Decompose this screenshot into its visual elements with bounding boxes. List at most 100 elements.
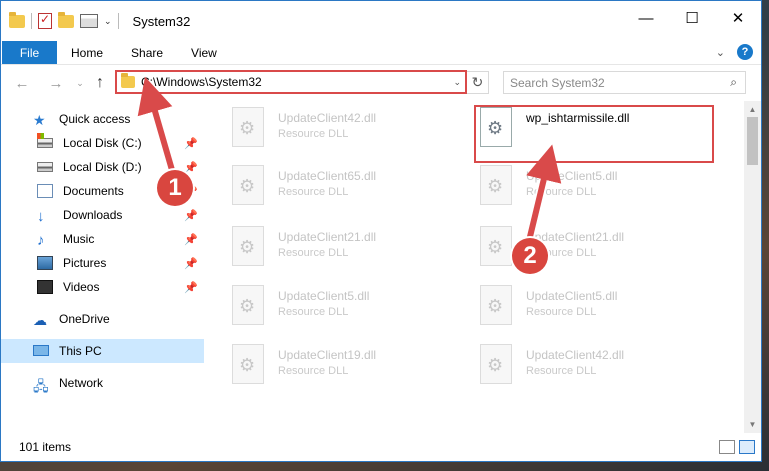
sidebar-item-label: Pictures (63, 256, 107, 270)
folder-icon (121, 73, 135, 88)
pictures-icon (37, 256, 53, 270)
details-view-icon[interactable] (719, 440, 735, 454)
status-bar: 101 items (1, 433, 761, 461)
sidebar-item-label: Local Disk (D:) (63, 160, 142, 174)
file-name: UpdateClient5.dll (526, 169, 618, 183)
dll-file-icon (480, 285, 512, 325)
address-bar[interactable]: C:\Windows\System32 ⌄ (115, 70, 467, 94)
drive-icon (37, 133, 53, 148)
window-title: System32 (132, 13, 191, 29)
file-tile[interactable]: UpdateClient5.dll Resource DLL (456, 165, 686, 213)
help-icon[interactable]: ? (737, 44, 753, 60)
maximize-button[interactable]: ☐ (669, 1, 715, 35)
file-tile[interactable]: UpdateClient5.dll Resource DLL (208, 285, 438, 333)
file-tile[interactable]: UpdateClient21.dll Resource DLL (208, 226, 438, 274)
refresh-icon[interactable]: ↻ (467, 71, 489, 94)
view-options-icon[interactable] (80, 14, 98, 28)
sidebar-item-network[interactable]: 🖧 Network (1, 371, 204, 395)
tab-file[interactable]: File (2, 41, 57, 64)
tab-home[interactable]: Home (57, 41, 117, 64)
address-dropdown-chevron-icon[interactable]: ⌄ (453, 77, 465, 88)
file-type: Resource DLL (526, 306, 597, 318)
sidebar-item-quick-access[interactable]: ★ Quick access (1, 107, 204, 131)
ribbon-right-controls: ⌄ ? (716, 44, 753, 60)
new-folder-icon[interactable] (58, 11, 74, 28)
dll-file-icon (232, 226, 264, 266)
divider (31, 13, 32, 29)
search-input[interactable]: Search System32 ⌕ (503, 71, 746, 94)
file-tile[interactable]: UpdateClient21.dllResource DLL (456, 226, 686, 274)
dll-file-icon (480, 344, 512, 384)
file-type: Resource DLL (278, 306, 349, 318)
search-placeholder: Search System32 (510, 75, 605, 90)
sidebar-item-videos[interactable]: Videos 📌 (1, 275, 204, 299)
file-type: Resource DLL (278, 365, 349, 377)
pin-icon: 📌 (184, 257, 198, 270)
ribbon-tabs: File Home Share View ⌄ ? (1, 41, 761, 65)
up-arrow-icon[interactable]: ↑ (89, 74, 111, 92)
file-type: Resource DLL (278, 247, 349, 259)
expand-ribbon-chevron-icon[interactable]: ⌄ (716, 46, 725, 59)
minimize-button[interactable]: — (623, 1, 669, 35)
sidebar-item-label: Music (63, 232, 95, 246)
file-name: UpdateClient5.dll (278, 289, 370, 303)
step-marker-1: 1 (157, 170, 193, 206)
search-icon[interactable]: ⌕ (730, 75, 737, 90)
dll-file-icon (232, 107, 264, 147)
cloud-icon: ☁ (33, 312, 47, 328)
view-toggle (719, 440, 755, 454)
sidebar-item-label: Local Disk (C:) (63, 136, 142, 150)
scrollbar-thumb[interactable] (747, 117, 758, 165)
sidebar-item-local-disk-c[interactable]: Local Disk (C:) 📌 (1, 131, 204, 155)
step-marker-2: 2 (512, 238, 548, 274)
network-icon: 🖧 (33, 378, 49, 394)
sidebar-item-label: Videos (63, 280, 100, 294)
address-row: ← → ⌄ ↑ C:\Windows\System32 ⌄ ↻ Search S… (1, 65, 761, 101)
file-type: Resource DLL (526, 365, 597, 377)
film-icon (37, 280, 53, 294)
close-button[interactable]: ✕ (715, 1, 761, 35)
quick-access-toolbar: ⌄ (1, 11, 119, 29)
scroll-down-arrow-icon[interactable]: ▼ (744, 416, 761, 433)
pin-icon: 📌 (184, 137, 198, 150)
dll-file-icon (480, 226, 512, 266)
title-bar: ⌄ System32 — ☐ ✕ (1, 1, 761, 41)
pin-icon: 📌 (184, 209, 198, 222)
file-name: UpdateClient21.dll (278, 230, 377, 244)
large-icons-view-icon[interactable] (739, 440, 755, 454)
file-tile[interactable]: UpdateClient19.dll Resource DLL (208, 344, 438, 392)
music-note-icon: ♪ (37, 232, 45, 249)
file-tile[interactable]: UpdateClient5.dll Resource DLL (456, 285, 686, 333)
file-list: UpdateClient42.dllResource DLL wp_ishtar… (204, 101, 761, 433)
file-tile[interactable]: UpdateClient65.dll Resource DLL (208, 165, 438, 213)
sidebar-item-pictures[interactable]: Pictures 📌 (1, 251, 204, 275)
file-explorer-window: ⌄ System32 — ☐ ✕ File Home Share View ⌄ … (0, 0, 762, 462)
tab-share[interactable]: Share (117, 41, 177, 64)
recent-locations-chevron-icon[interactable]: ⌄ (73, 78, 87, 89)
customize-toolbar-chevron-icon[interactable]: ⌄ (104, 16, 112, 27)
sidebar-item-downloads[interactable]: ↓ Downloads 📌 (1, 203, 204, 227)
sidebar-item-onedrive[interactable]: ☁ OneDrive (1, 307, 204, 331)
scroll-up-arrow-icon[interactable]: ▲ (744, 101, 761, 118)
sidebar-item-this-pc[interactable]: This PC (1, 339, 204, 363)
tab-view[interactable]: View (177, 41, 231, 64)
pin-icon: 📌 (184, 233, 198, 246)
file-tile[interactable]: UpdateClient42.dll Resource DLL (208, 107, 438, 155)
properties-check-icon[interactable] (38, 12, 52, 29)
address-path[interactable]: C:\Windows\System32 (141, 75, 453, 89)
sidebar-item-music[interactable]: ♪ Music 📌 (1, 227, 204, 251)
file-name: UpdateClient42.dll (278, 111, 377, 125)
vertical-scrollbar[interactable]: ▲ ▼ (744, 101, 761, 433)
navigation-pane: ★ Quick access Local Disk (C:) 📌 Local D… (1, 101, 204, 433)
documents-icon (37, 184, 53, 198)
forward-arrow-icon[interactable]: → (45, 75, 67, 92)
pin-icon: 📌 (184, 281, 198, 294)
star-icon: ★ (33, 112, 46, 128)
back-arrow-icon[interactable]: ← (11, 75, 33, 92)
folder-icon (9, 11, 25, 28)
file-tile[interactable]: UpdateClient42.dll Resource DLL (456, 344, 686, 392)
computer-icon (33, 345, 49, 356)
